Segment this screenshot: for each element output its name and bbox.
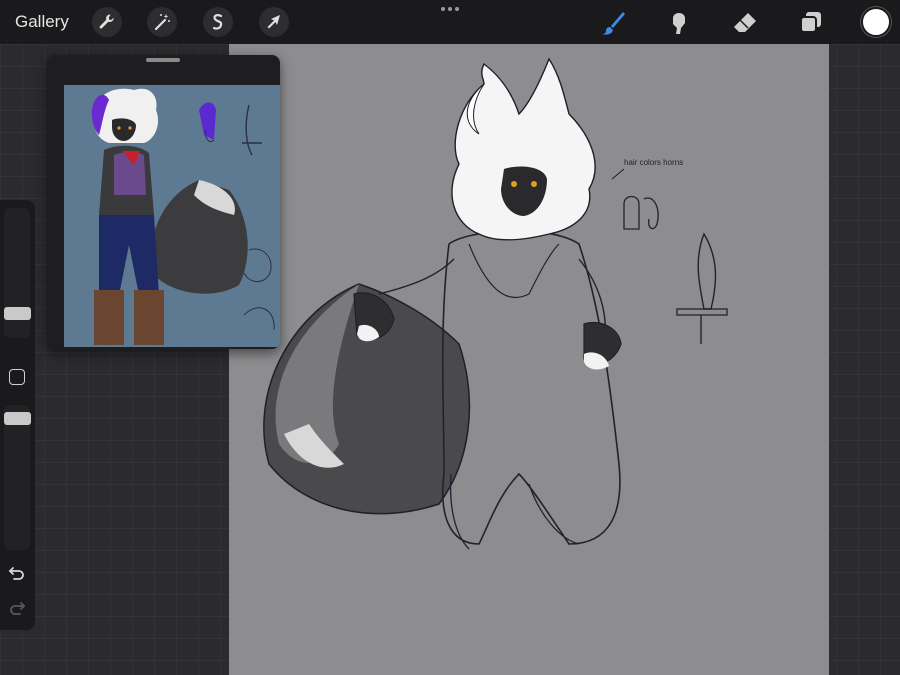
wrench-icon [99,14,114,29]
opacity-slider[interactable] [4,405,30,550]
top-toolbar: Gallery [0,0,900,44]
transform-arrow-icon [267,15,280,29]
actions-button[interactable] [92,7,122,37]
reference-window[interactable]: ~~~ [47,55,280,349]
color-picker-button[interactable] [861,7,891,37]
layers-button[interactable] [796,8,826,38]
brush-button[interactable] [598,8,628,38]
adjustments-button[interactable] [147,7,177,37]
character-sketch: hair colors horns [263,57,728,550]
selection-icon [212,14,223,30]
magic-wand-icon [154,14,170,31]
layers-icon [800,12,821,33]
gallery-button[interactable]: Gallery [15,12,69,32]
smudge-button[interactable] [664,8,694,38]
reference-image: ~~~ [64,85,280,347]
smudge-icon [673,13,685,34]
brush-icon [602,12,625,35]
brush-size-slider-thumb[interactable] [4,307,31,320]
redo-icon[interactable] [8,600,26,616]
transform-button[interactable] [259,7,289,37]
reference-drag-handle[interactable] [146,58,180,62]
svg-text:~~~: ~~~ [174,119,183,125]
more-options-icon[interactable] [439,4,461,14]
drawing-canvas[interactable]: hair colors horns [229,44,829,675]
selection-button[interactable] [203,7,233,37]
left-sidebar [0,200,35,630]
opacity-slider-thumb[interactable] [4,412,31,425]
undo-icon[interactable] [8,565,26,581]
modify-button[interactable] [9,369,25,385]
canvas-annotation: hair colors horns [624,158,683,167]
eraser-button[interactable] [730,8,760,38]
eraser-icon [734,13,756,32]
